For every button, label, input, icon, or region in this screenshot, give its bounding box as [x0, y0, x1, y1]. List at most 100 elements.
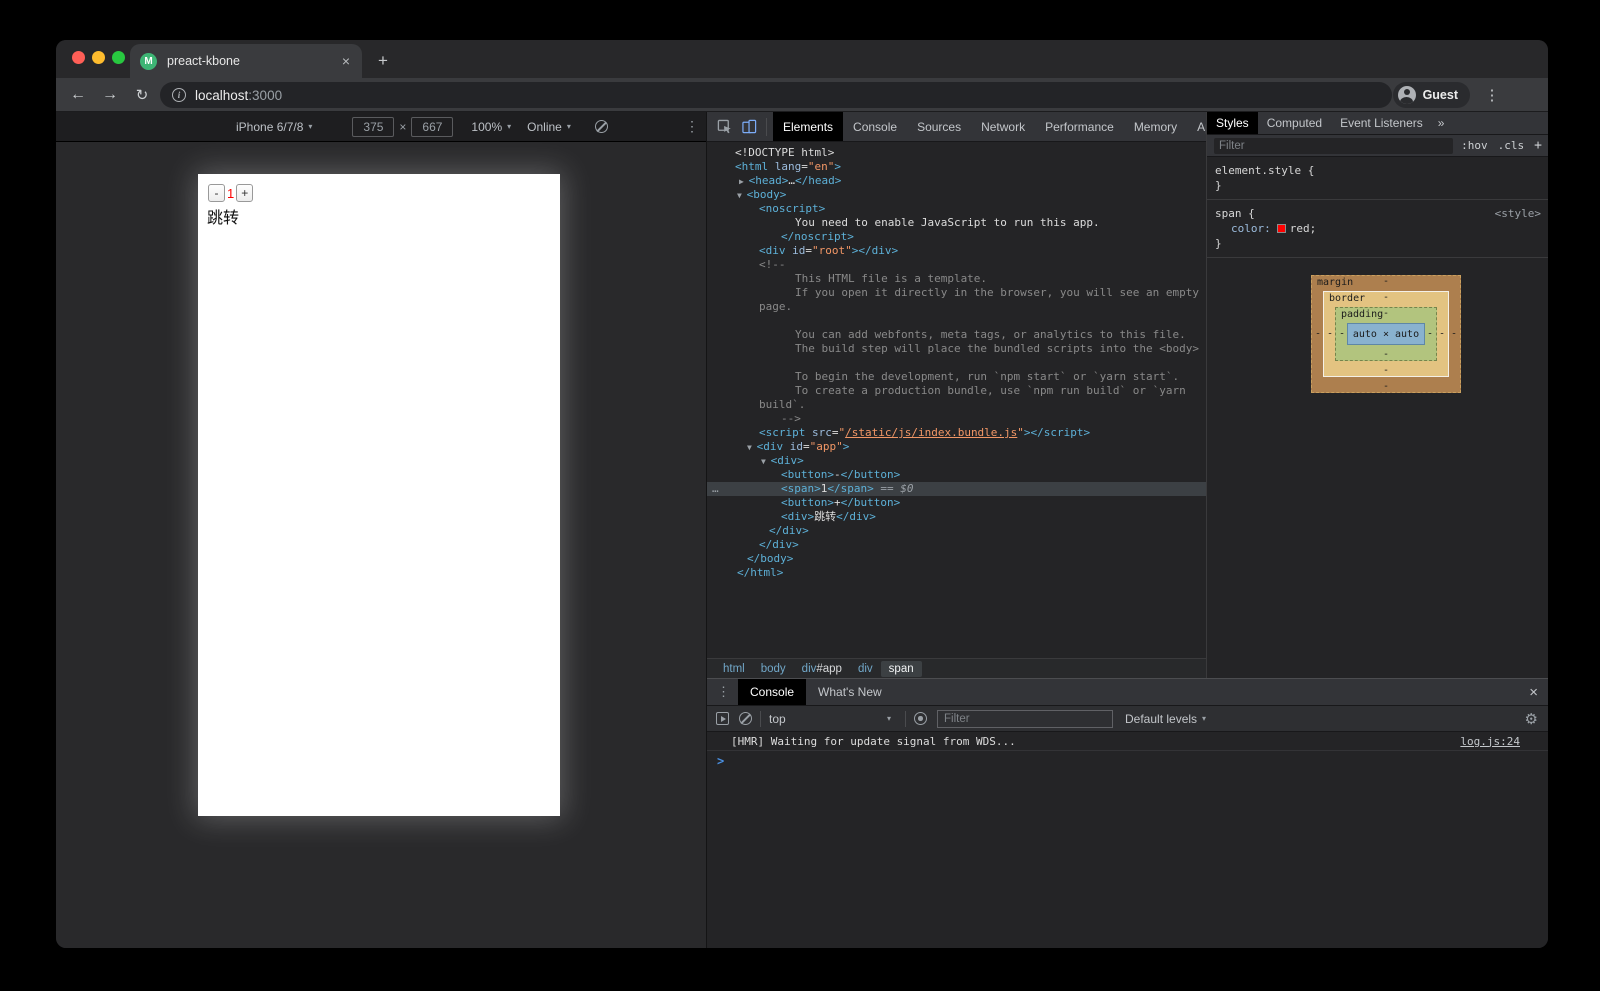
zoom-select[interactable]: 100% ▾: [471, 120, 511, 134]
elements-node[interactable]: <html lang="en">: [707, 160, 1206, 174]
device-toolbar-toggle-icon[interactable]: [741, 119, 757, 135]
margin-right-value[interactable]: -: [1451, 329, 1457, 340]
increment-button[interactable]: +: [236, 184, 253, 202]
rule-span[interactable]: span { color:red; } <style>: [1207, 200, 1548, 258]
margin-bottom-value[interactable]: -: [1312, 381, 1460, 392]
rule-element-style[interactable]: element.style { }: [1207, 157, 1548, 200]
breadcrumb-item-html[interactable]: html: [715, 661, 753, 677]
traffic-light-close[interactable]: [72, 51, 85, 64]
rule-selector[interactable]: element.style {: [1215, 163, 1541, 178]
elements-node[interactable]: To begin the development, run `npm start…: [707, 370, 1206, 384]
elements-node[interactable]: You need to enable JavaScript to run thi…: [707, 216, 1206, 230]
elements-node[interactable]: <div>跳转</div>: [707, 510, 1206, 524]
color-swatch[interactable]: [1277, 224, 1286, 233]
inspect-element-icon[interactable]: [716, 119, 732, 135]
execution-context-select[interactable]: top ▾: [769, 712, 897, 726]
drawer-close-icon[interactable]: ×: [1529, 684, 1538, 701]
elements-node[interactable]: <!--: [707, 258, 1206, 272]
styles-tab-styles[interactable]: Styles: [1207, 112, 1258, 134]
devtools-tab-performance[interactable]: Performance: [1035, 112, 1124, 141]
forward-button[interactable]: →: [98, 83, 122, 107]
toggle-cls-button[interactable]: .cls: [1498, 139, 1525, 152]
border-top-value[interactable]: -: [1324, 292, 1448, 303]
throttling-select[interactable]: Online ▾: [527, 120, 571, 134]
decrement-button[interactable]: -: [208, 184, 225, 202]
clear-console-icon[interactable]: [739, 712, 752, 725]
device-height-input[interactable]: [411, 117, 453, 137]
elements-node-selected[interactable]: …<span>1</span> == $0: [707, 482, 1206, 496]
reload-button[interactable]: ↻: [130, 83, 154, 107]
toggle-hov-button[interactable]: :hov: [1461, 139, 1488, 152]
console-settings-icon[interactable]: ⚙: [1525, 710, 1538, 728]
device-width-input[interactable]: [352, 117, 394, 137]
elements-node[interactable]: This HTML file is a template.: [707, 272, 1206, 286]
breadcrumb-item-div#app[interactable]: div#app: [794, 661, 850, 677]
elements-node[interactable]: To create a production bundle, use `npm …: [707, 384, 1206, 398]
site-info-icon[interactable]: i: [172, 88, 186, 102]
new-style-rule-icon[interactable]: +: [1534, 138, 1542, 153]
devtools-tab-elements[interactable]: Elements: [773, 112, 843, 141]
device-toolbar-menu-icon[interactable]: ⋮: [685, 118, 699, 135]
elements-node[interactable]: ▼ <div id="app">: [707, 440, 1206, 454]
box-model-border[interactable]: border - - - - padding - - - -: [1323, 291, 1449, 377]
margin-top-value[interactable]: -: [1312, 276, 1460, 287]
elements-node[interactable]: </div>: [707, 538, 1206, 552]
elements-node[interactable]: <noscript>: [707, 202, 1206, 216]
elements-node[interactable]: ▼ <div>: [707, 454, 1206, 468]
elements-node[interactable]: </noscript>: [707, 230, 1206, 244]
browser-tab[interactable]: M preact-kbone ×: [130, 44, 362, 78]
padding-top-value[interactable]: -: [1336, 308, 1436, 319]
elements-node[interactable]: You can add webfonts, meta tags, or anal…: [707, 328, 1206, 342]
console-prompt[interactable]: >: [707, 751, 1548, 770]
breadcrumb-item-body[interactable]: body: [753, 661, 794, 677]
border-bottom-value[interactable]: -: [1324, 365, 1448, 376]
styles-tab-event-listeners[interactable]: Event Listeners: [1331, 112, 1432, 134]
box-model-margin[interactable]: margin - - - - border - - - - padding: [1311, 275, 1461, 393]
elements-node[interactable]: </body>: [707, 552, 1206, 566]
padding-bottom-value[interactable]: -: [1336, 349, 1436, 360]
devtools-tab-memory[interactable]: Memory: [1124, 112, 1187, 141]
new-tab-button[interactable]: +: [372, 50, 394, 72]
elements-node[interactable]: <button>+</button>: [707, 496, 1206, 510]
border-right-value[interactable]: -: [1439, 329, 1445, 340]
browser-menu-icon[interactable]: ⋮: [1480, 83, 1504, 107]
elements-node[interactable]: page.: [707, 300, 1206, 314]
live-expression-eye-icon[interactable]: [914, 712, 927, 725]
drawer-menu-icon[interactable]: ⋮: [707, 684, 738, 700]
styles-filter-input[interactable]: [1214, 138, 1453, 154]
breadcrumb-item-div[interactable]: div: [850, 661, 881, 677]
log-levels-select[interactable]: Default levels ▾: [1125, 712, 1206, 726]
border-left-value[interactable]: -: [1327, 329, 1333, 340]
devtools-tab-sources[interactable]: Sources: [907, 112, 971, 141]
devtools-tab-console[interactable]: Console: [843, 112, 907, 141]
device-select[interactable]: iPhone 6/7/8 ▾: [236, 120, 312, 134]
elements-node[interactable]: <button>-</button>: [707, 468, 1206, 482]
elements-node[interactable]: -->: [707, 412, 1206, 426]
devtools-tab-network[interactable]: Network: [971, 112, 1035, 141]
rule-declaration[interactable]: color:red;: [1215, 221, 1541, 236]
elements-node[interactable]: </div>: [707, 524, 1206, 538]
padding-right-value[interactable]: -: [1427, 329, 1433, 340]
box-model-content[interactable]: auto × auto: [1347, 323, 1425, 345]
elements-node[interactable]: [707, 314, 1206, 328]
elements-node[interactable]: <div id="root"></div>: [707, 244, 1206, 258]
console-filter-input[interactable]: [937, 710, 1113, 728]
drawer-tab-what-s-new[interactable]: What's New: [806, 679, 894, 705]
styles-tab-computed[interactable]: Computed: [1258, 112, 1331, 134]
padding-left-value[interactable]: -: [1339, 329, 1345, 340]
rule-selector[interactable]: span {: [1215, 206, 1541, 221]
elements-node[interactable]: ▶ <head>…</head>: [707, 174, 1206, 188]
elements-node[interactable]: The build step will place the bundled sc…: [707, 342, 1206, 356]
profile-button[interactable]: Guest: [1393, 82, 1470, 108]
elements-node[interactable]: build`.: [707, 398, 1206, 412]
styles-more-tabs-icon[interactable]: »: [1432, 112, 1451, 134]
elements-node[interactable]: [707, 356, 1206, 370]
css-property-name[interactable]: color:: [1231, 222, 1271, 235]
traffic-light-zoom[interactable]: [112, 51, 125, 64]
tab-close-icon[interactable]: ×: [340, 53, 352, 69]
traffic-light-minimize[interactable]: [92, 51, 105, 64]
elements-node[interactable]: ▼ <body>: [707, 188, 1206, 202]
gutter-ellipsis-icon[interactable]: …: [712, 482, 720, 496]
address-bar[interactable]: i localhost :3000: [160, 82, 1392, 108]
elements-node[interactable]: <!DOCTYPE html>: [707, 146, 1206, 160]
